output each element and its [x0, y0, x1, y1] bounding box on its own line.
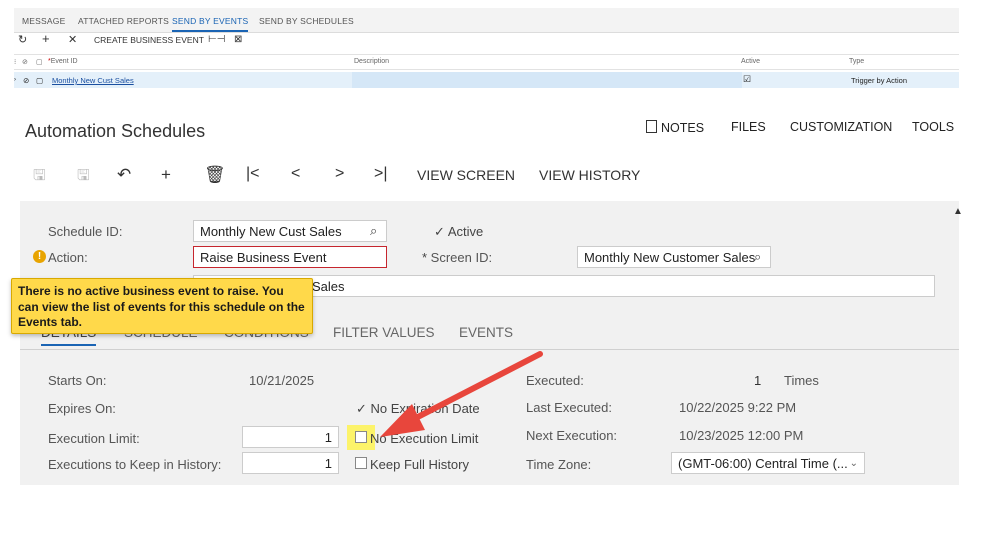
annotation-arrow [380, 351, 543, 437]
